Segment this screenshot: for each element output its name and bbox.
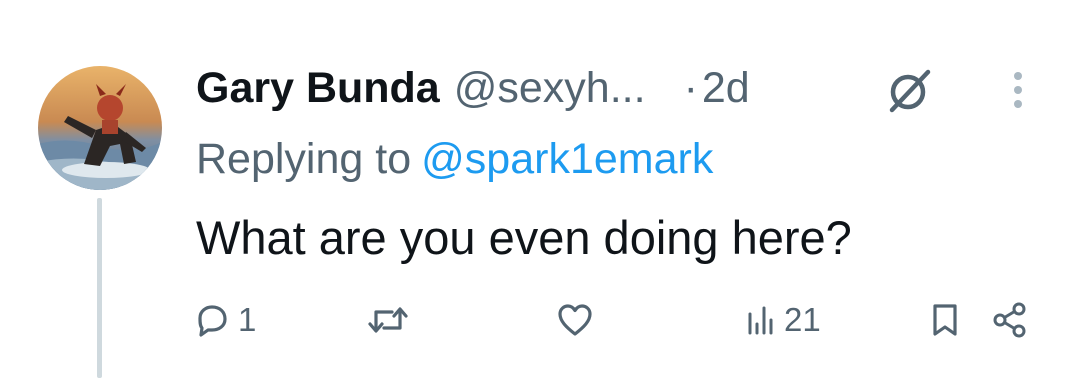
reply-button[interactable]: 1	[192, 296, 256, 344]
views-icon	[744, 300, 778, 340]
bookmark-icon	[928, 300, 962, 340]
like-button[interactable]	[554, 296, 602, 344]
replying-to: Replying to @spark1emark	[196, 132, 713, 186]
replying-prefix: Replying to	[196, 135, 412, 183]
reply-count: 1	[238, 301, 257, 338]
display-name[interactable]: Gary Bunda	[196, 60, 440, 116]
share-icon	[990, 300, 1030, 340]
grok-icon[interactable]	[884, 66, 936, 114]
separator-dot: ·	[683, 64, 698, 112]
thread-line	[97, 198, 102, 378]
more-vertical-icon[interactable]	[1000, 68, 1036, 112]
bookmark-button[interactable]	[928, 296, 968, 344]
mention-link[interactable]: @spark1emark	[421, 135, 713, 183]
heart-icon	[554, 300, 596, 340]
views-button[interactable]: 21	[744, 296, 821, 344]
timestamp[interactable]: 2d	[702, 60, 750, 116]
tweet-text: What are you even doing here?	[196, 211, 852, 264]
tweet-header: Gary Bunda @sexyh... · 2d	[196, 60, 750, 116]
share-button[interactable]	[990, 296, 1036, 344]
retweet-button[interactable]	[366, 296, 416, 344]
retweet-icon	[366, 300, 410, 340]
reply-icon	[192, 300, 232, 340]
avatar[interactable]	[38, 66, 162, 190]
user-handle[interactable]: @sexyh...	[454, 60, 646, 116]
views-count: 21	[784, 301, 821, 338]
